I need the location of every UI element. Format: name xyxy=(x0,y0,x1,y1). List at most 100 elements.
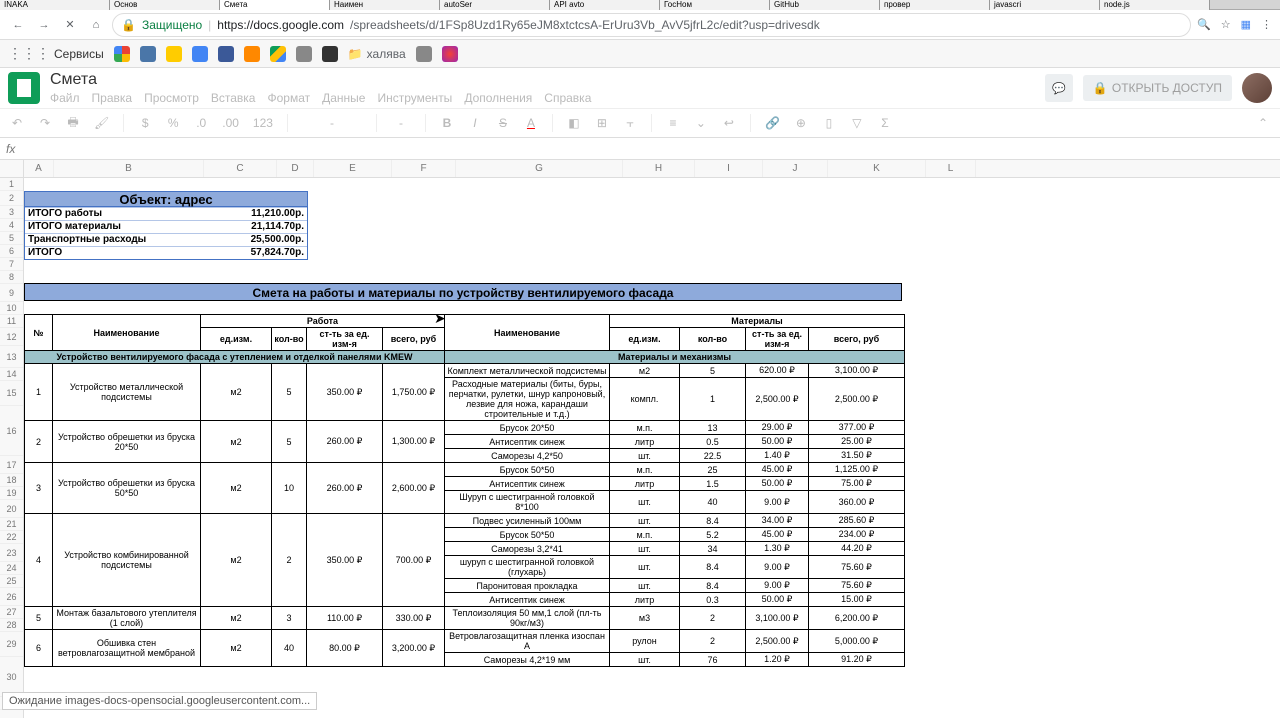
row-header[interactable]: 6 xyxy=(0,245,23,258)
tab[interactable]: Наимен xyxy=(330,0,440,10)
merge-button[interactable]: ⫟ xyxy=(623,116,637,131)
back-button[interactable]: ← xyxy=(8,15,28,35)
row-header[interactable]: 14 xyxy=(0,368,23,381)
summary-row[interactable]: Транспортные расходы25,500.00р. xyxy=(25,233,307,246)
borders-button[interactable]: ⊞ xyxy=(595,116,609,130)
col-header[interactable]: C xyxy=(204,160,277,177)
row-header[interactable]: 28 xyxy=(0,619,23,632)
summary-header[interactable]: Объект: адрес xyxy=(25,192,307,207)
home-button[interactable]: ⌂ xyxy=(86,15,106,35)
row-header[interactable]: 5 xyxy=(0,232,23,245)
bookmark-google-icon[interactable] xyxy=(114,46,130,62)
sheets-logo-icon[interactable] xyxy=(8,72,40,104)
table-row[interactable]: 4Устройство комбинированной подсистемым2… xyxy=(25,514,905,528)
account-avatar[interactable] xyxy=(1242,73,1272,103)
fill-color-button[interactable]: ◧ xyxy=(567,116,581,130)
tab[interactable]: ГосНом xyxy=(660,0,770,10)
italic-button[interactable]: I xyxy=(468,116,482,130)
col-header[interactable]: J xyxy=(763,160,828,177)
font-size-select[interactable]: - xyxy=(391,116,411,130)
row-header[interactable]: 24 xyxy=(0,562,23,575)
halign-button[interactable]: ≡ xyxy=(666,116,680,130)
tab[interactable]: node.js xyxy=(1100,0,1210,10)
row-header[interactable]: 13 xyxy=(0,346,23,368)
comments-button[interactable]: 💬 xyxy=(1045,74,1073,102)
font-select[interactable]: - xyxy=(302,116,362,130)
bold-button[interactable]: B xyxy=(440,116,454,130)
bookmark-icon[interactable] xyxy=(244,46,260,62)
row-header[interactable]: 23 xyxy=(0,544,23,562)
link-button[interactable]: 🔗 xyxy=(765,116,780,130)
row-header[interactable]: 15 xyxy=(0,381,23,406)
row-header[interactable]: 3 xyxy=(0,206,23,219)
bookmark-gdrive-icon[interactable] xyxy=(270,46,286,62)
bookmark-yandex-icon[interactable] xyxy=(166,46,182,62)
browser-tabs[interactable]: INAKA Основ Смета Наимен autoSer API avt… xyxy=(0,0,1280,10)
undo-button[interactable]: ↶ xyxy=(10,116,24,130)
row-header[interactable]: 12 xyxy=(0,328,23,346)
row-header[interactable]: 8 xyxy=(0,271,23,284)
col-header[interactable]: A xyxy=(24,160,54,177)
menu-edit[interactable]: Правка xyxy=(92,91,133,105)
row-header[interactable]: 22 xyxy=(0,531,23,544)
row-header[interactable]: 4 xyxy=(0,219,23,232)
tab[interactable]: Основ xyxy=(110,0,220,10)
menu-format[interactable]: Формат xyxy=(267,91,310,105)
number-format-button[interactable]: 123 xyxy=(253,116,273,130)
share-button[interactable]: 🔒 ОТКРЫТЬ ДОСТУП xyxy=(1083,75,1232,101)
table-row[interactable]: 1Устройство металлической подсистемым253… xyxy=(25,364,905,378)
menu-help[interactable]: Справка xyxy=(544,91,591,105)
functions-button[interactable]: Σ xyxy=(878,116,892,130)
menu-insert[interactable]: Вставка xyxy=(211,91,256,105)
estimate-table[interactable]: № Наименование Работа Наименование Матер… xyxy=(24,314,905,667)
col-header[interactable]: B xyxy=(54,160,204,177)
collapse-toolbar-button[interactable]: ⌃ xyxy=(1256,116,1270,130)
menu-addons[interactable]: Дополнения xyxy=(464,91,532,105)
row-header[interactable]: 20 xyxy=(0,500,23,518)
row-header[interactable]: 27 xyxy=(0,606,23,619)
table-row[interactable]: 2Устройство обрешетки из бруска 20*50м25… xyxy=(25,421,905,435)
print-button[interactable]: 🖶 xyxy=(66,113,80,134)
document-title[interactable]: Смета xyxy=(50,71,1035,89)
tab[interactable]: INAKA xyxy=(0,0,110,10)
tab-active[interactable]: Смета xyxy=(220,0,330,10)
search-icon[interactable]: 🔍 xyxy=(1197,18,1211,31)
row-header[interactable]: 10 xyxy=(0,302,23,315)
row-header[interactable]: 21 xyxy=(0,518,23,531)
percent-button[interactable]: % xyxy=(166,116,180,130)
summary-row[interactable]: ИТОГО материалы21,114.70р. xyxy=(25,220,307,233)
bookmark-icon[interactable] xyxy=(416,46,432,62)
wrap-button[interactable]: ↩ xyxy=(722,116,736,130)
col-header[interactable]: F xyxy=(392,160,456,177)
summary-row[interactable]: ИТОГО57,824.70р. xyxy=(25,246,307,259)
select-all-corner[interactable] xyxy=(0,160,23,178)
row-header[interactable]: 11 xyxy=(0,315,23,328)
strike-button[interactable]: S xyxy=(496,116,510,130)
table-row[interactable]: 5Монтаж базальтового утеплителя (1 слой)… xyxy=(25,607,905,630)
col-header[interactable]: G xyxy=(456,160,623,177)
tab[interactable]: autoSer xyxy=(440,0,550,10)
extension-icon[interactable]: ▦ xyxy=(1241,18,1251,31)
row-header[interactable]: 18 xyxy=(0,474,23,487)
tab[interactable]: провер xyxy=(880,0,990,10)
redo-button[interactable]: ↷ xyxy=(38,116,52,130)
menu-file[interactable]: Файл xyxy=(50,91,80,105)
row-header[interactable]: 9 xyxy=(0,284,23,302)
address-bar[interactable]: 🔒 Защищено | https://docs.google.com/spr… xyxy=(112,13,1191,37)
menu-view[interactable]: Просмотр xyxy=(144,91,199,105)
formula-bar[interactable]: fx xyxy=(0,138,1280,160)
paint-format-button[interactable]: 🖌 xyxy=(94,116,109,130)
text-color-button[interactable]: A xyxy=(524,116,538,130)
apps-button[interactable]: ⋮⋮⋮ Сервисы xyxy=(8,45,104,62)
col-header[interactable]: D xyxy=(277,160,314,177)
row-header[interactable]: 26 xyxy=(0,588,23,606)
row-header[interactable]: 25 xyxy=(0,575,23,588)
comment-button[interactable]: ⊕ xyxy=(794,116,808,130)
bookmark-icon[interactable] xyxy=(442,46,458,62)
row-header[interactable]: 30 xyxy=(0,657,23,697)
decrease-decimal-button[interactable]: .0 xyxy=(194,116,208,130)
currency-button[interactable]: $ xyxy=(138,116,152,130)
bookmark-icon[interactable] xyxy=(192,46,208,62)
col-header[interactable]: H xyxy=(623,160,695,177)
menu-data[interactable]: Данные xyxy=(322,91,365,105)
